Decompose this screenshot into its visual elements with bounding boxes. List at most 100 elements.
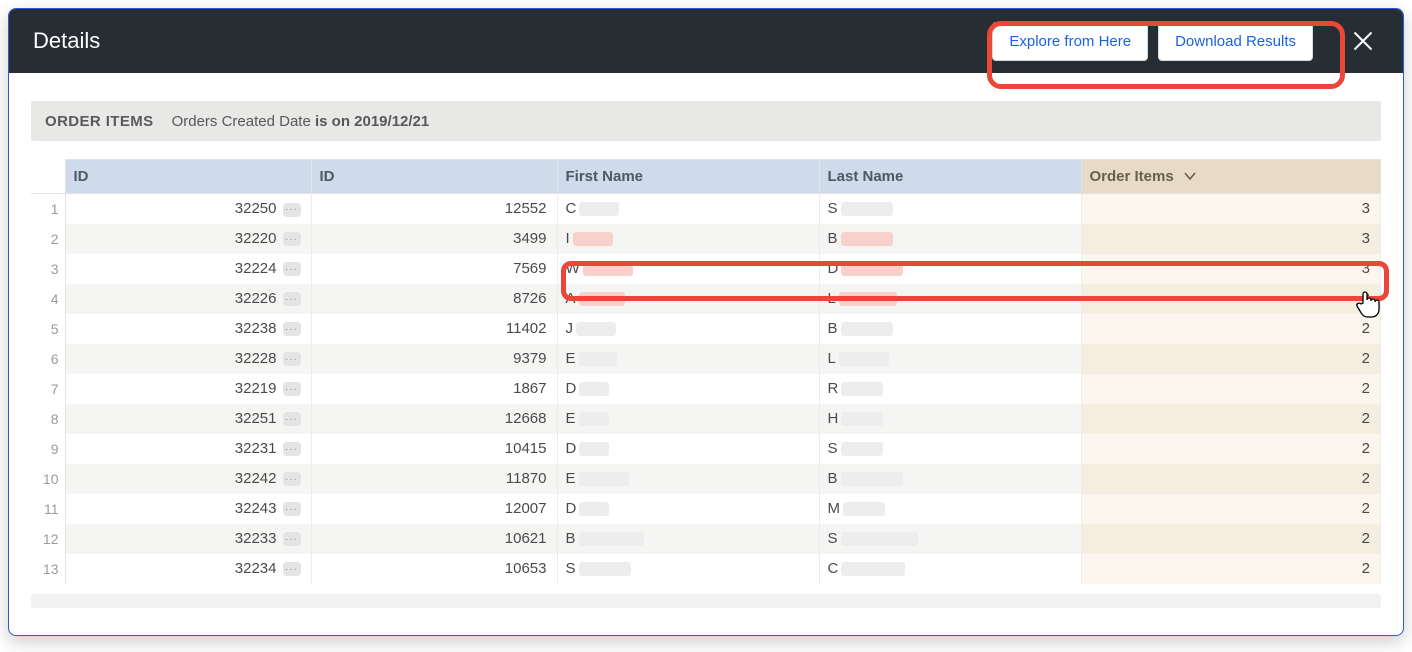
cell-order-items[interactable]: 2 [1081, 314, 1381, 344]
cell-id2[interactable]: 11402 [311, 314, 557, 344]
explore-from-here-button[interactable]: Explore from Here [992, 22, 1148, 61]
col-id1[interactable]: ID [65, 160, 311, 194]
cell-order-items[interactable]: 2 [1081, 284, 1381, 314]
cell-first-name[interactable]: B [557, 524, 819, 554]
cell-first-name[interactable]: W [557, 254, 819, 284]
table-row[interactable]: 1332234···10653SC2 [31, 554, 1381, 584]
ellipsis-icon[interactable]: ··· [283, 472, 301, 486]
cell-order-items[interactable]: 2 [1081, 434, 1381, 464]
close-icon[interactable] [1351, 29, 1375, 53]
cell-first-name[interactable]: I [557, 224, 819, 254]
cell-last-name[interactable]: S [819, 194, 1081, 224]
cell-last-name[interactable]: S [819, 524, 1081, 554]
cell-id2[interactable]: 12552 [311, 194, 557, 224]
cell-first-name[interactable]: D [557, 434, 819, 464]
col-id2[interactable]: ID [311, 160, 557, 194]
cell-id2[interactable]: 7569 [311, 254, 557, 284]
cell-order-items[interactable]: 3 [1081, 254, 1381, 284]
horizontal-scrollbar[interactable] [31, 594, 1381, 608]
cell-id2[interactable]: 9379 [311, 344, 557, 374]
table-row[interactable]: 932231···10415DS2 [31, 434, 1381, 464]
cell-last-name[interactable]: S [819, 434, 1081, 464]
cell-id1[interactable]: 32226··· [65, 284, 311, 314]
ellipsis-icon[interactable]: ··· [283, 232, 301, 246]
cell-last-name[interactable]: R [819, 374, 1081, 404]
cell-first-name[interactable]: J [557, 314, 819, 344]
table-row[interactable]: 1132243···12007DM2 [31, 494, 1381, 524]
cell-order-items[interactable]: 2 [1081, 554, 1381, 584]
cell-order-items[interactable]: 2 [1081, 494, 1381, 524]
cell-id1[interactable]: 32233··· [65, 524, 311, 554]
cell-id2[interactable]: 3499 [311, 224, 557, 254]
cell-id2[interactable]: 12668 [311, 404, 557, 434]
cell-last-name[interactable]: C [819, 554, 1081, 584]
cell-last-name[interactable]: B [819, 224, 1081, 254]
cell-id1[interactable]: 32231··· [65, 434, 311, 464]
table-row[interactable]: 332224···7569WD3 [31, 254, 1381, 284]
col-last-name[interactable]: Last Name [819, 160, 1081, 194]
cell-last-name[interactable]: H [819, 404, 1081, 434]
cell-order-items[interactable]: 2 [1081, 464, 1381, 494]
cell-first-name[interactable]: E [557, 344, 819, 374]
table-row[interactable]: 232220···3499IB3 [31, 224, 1381, 254]
cell-last-name[interactable]: L [819, 344, 1081, 374]
ellipsis-icon[interactable]: ··· [283, 262, 301, 276]
cell-last-name[interactable]: M [819, 494, 1081, 524]
cell-id1[interactable]: 32234··· [65, 554, 311, 584]
table-row[interactable]: 1232233···10621BS2 [31, 524, 1381, 554]
cell-last-name[interactable]: L [819, 284, 1081, 314]
ellipsis-icon[interactable]: ··· [283, 322, 301, 336]
cell-first-name[interactable]: S [557, 554, 819, 584]
table-row[interactable]: 132250···12552CS3 [31, 194, 1381, 224]
cell-id2[interactable]: 10415 [311, 434, 557, 464]
ellipsis-icon[interactable]: ··· [283, 412, 301, 426]
cell-first-name[interactable]: A [557, 284, 819, 314]
cell-id1[interactable]: 32242··· [65, 464, 311, 494]
table-row[interactable]: 1032242···11870EB2 [31, 464, 1381, 494]
table-row[interactable]: 732219···1867DR2 [31, 374, 1381, 404]
ellipsis-icon[interactable]: ··· [283, 203, 301, 217]
cell-first-name[interactable]: C [557, 194, 819, 224]
cell-first-name[interactable]: D [557, 494, 819, 524]
col-order-items[interactable]: Order Items [1081, 160, 1381, 194]
cell-id2[interactable]: 8726 [311, 284, 557, 314]
ellipsis-icon[interactable]: ··· [283, 502, 301, 516]
ellipsis-icon[interactable]: ··· [283, 532, 301, 546]
cell-last-name[interactable]: B [819, 314, 1081, 344]
cell-last-name[interactable]: B [819, 464, 1081, 494]
table-row[interactable]: 432226···8726AL2 [31, 284, 1381, 314]
cell-order-items[interactable]: 2 [1081, 374, 1381, 404]
cell-id2[interactable]: 10621 [311, 524, 557, 554]
col-first-name[interactable]: First Name [557, 160, 819, 194]
cell-order-items[interactable]: 2 [1081, 404, 1381, 434]
cell-id1[interactable]: 32243··· [65, 494, 311, 524]
cell-order-items[interactable]: 2 [1081, 524, 1381, 554]
cell-order-items[interactable]: 3 [1081, 194, 1381, 224]
cell-id2[interactable]: 12007 [311, 494, 557, 524]
cell-id2[interactable]: 10653 [311, 554, 557, 584]
table-row[interactable]: 532238···11402JB2 [31, 314, 1381, 344]
download-results-button[interactable]: Download Results [1158, 22, 1313, 61]
cell-order-items[interactable]: 3 [1081, 224, 1381, 254]
cell-id1[interactable]: 32219··· [65, 374, 311, 404]
ellipsis-icon[interactable]: ··· [283, 292, 301, 306]
ellipsis-icon[interactable]: ··· [283, 382, 301, 396]
cell-last-name[interactable]: D [819, 254, 1081, 284]
cell-order-items[interactable]: 2 [1081, 344, 1381, 374]
cell-id1[interactable]: 32224··· [65, 254, 311, 284]
cell-id2[interactable]: 11870 [311, 464, 557, 494]
cell-id2[interactable]: 1867 [311, 374, 557, 404]
table-row[interactable]: 832251···12668EH2 [31, 404, 1381, 434]
cell-first-name[interactable]: D [557, 374, 819, 404]
cell-id1[interactable]: 32220··· [65, 224, 311, 254]
table-row[interactable]: 632228···9379EL2 [31, 344, 1381, 374]
cell-id1[interactable]: 32238··· [65, 314, 311, 344]
cell-id1[interactable]: 32228··· [65, 344, 311, 374]
ellipsis-icon[interactable]: ··· [283, 442, 301, 456]
ellipsis-icon[interactable]: ··· [283, 562, 301, 576]
ellipsis-icon[interactable]: ··· [283, 352, 301, 366]
cell-first-name[interactable]: E [557, 464, 819, 494]
cell-first-name[interactable]: E [557, 404, 819, 434]
cell-id1[interactable]: 32250··· [65, 194, 311, 224]
cell-id1[interactable]: 32251··· [65, 404, 311, 434]
